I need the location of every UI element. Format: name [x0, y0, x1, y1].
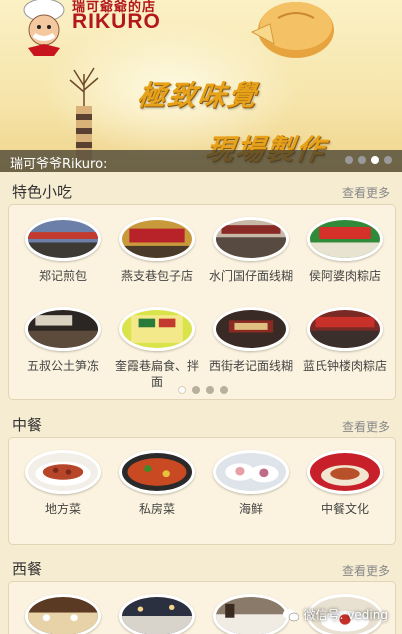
banner-pagination[interactable]	[345, 156, 392, 164]
cheesecake-image	[250, 2, 334, 58]
see-more-western-link[interactable]: 查看更多	[342, 562, 390, 579]
item-label: 地方菜	[44, 502, 81, 516]
cuisine-item[interactable]	[17, 594, 109, 634]
snack-item[interactable]: 奎霞巷扁食、拌面	[111, 307, 203, 390]
hero-banner[interactable]: 瑞可爺爺的店 RIKURO 極致味覺 現場製作 瑞可爷爷Rikuro:	[0, 0, 402, 172]
snack-item[interactable]: 西街老记面线糊	[205, 307, 297, 374]
item-label: 中餐文化	[320, 502, 369, 516]
section-title-chinese: 中餐	[12, 416, 43, 434]
page-dot[interactable]	[192, 386, 200, 394]
section-title-snacks: 特色小吃	[12, 183, 73, 201]
item-label: 水门国仔面线糊	[208, 269, 293, 283]
snack-item[interactable]: 郑记煎包	[17, 217, 109, 284]
shop-photo-thumb[interactable]	[119, 217, 195, 261]
snack-item[interactable]: 侯阿婆肉粽店	[299, 217, 391, 284]
shop-photo-thumb[interactable]	[307, 307, 383, 351]
cuisine-item[interactable]	[111, 594, 203, 634]
snack-item[interactable]: 燕支巷包子店	[111, 217, 203, 284]
shop-photo-thumb[interactable]	[213, 307, 289, 351]
banner-slogan-1: 極致味覺	[135, 79, 261, 112]
see-more-chinese-link[interactable]: 查看更多	[342, 418, 390, 435]
restaurant-photo-thumb[interactable]	[25, 594, 101, 634]
item-label: 郑记煎包	[38, 269, 87, 283]
chinese-panel: 地方菜 私房菜 海鲜 中餐文化	[8, 437, 396, 545]
page-dot-active[interactable]	[178, 386, 186, 394]
snacks-panel: 郑记煎包 燕支巷包子店 水门国仔面线糊 侯阿婆肉粽店 五叔公土笋冻 奎霞巷扁食、…	[8, 204, 396, 400]
cuisine-item[interactable]: 海鲜	[205, 450, 297, 517]
shop-photo-thumb[interactable]	[25, 217, 101, 261]
page-dot[interactable]	[220, 386, 228, 394]
dish-photo-thumb[interactable]	[25, 450, 101, 494]
item-label: 蓝氏钟楼肉粽店	[302, 359, 387, 373]
lighthouse-tree-illustration	[69, 67, 99, 160]
cuisine-item[interactable]: 地方菜	[17, 450, 109, 517]
cuisine-item[interactable]: 中餐文化	[299, 450, 391, 517]
chef-mascot-logo	[23, 0, 65, 56]
see-more-snacks-link[interactable]: 查看更多	[342, 184, 390, 201]
watermark-text: 微信号: veding	[303, 608, 388, 622]
snack-item[interactable]: 水门国仔面线糊	[205, 217, 297, 284]
item-label: 侯阿婆肉粽店	[308, 269, 381, 283]
dish-photo-thumb[interactable]	[213, 450, 289, 494]
cuisine-item[interactable]: 私房菜	[111, 450, 203, 517]
item-label: 私房菜	[138, 502, 175, 516]
snack-item[interactable]: 蓝氏钟楼肉粽店	[299, 307, 391, 374]
brand-name-en: RIKURO	[72, 10, 161, 33]
shop-photo-thumb[interactable]	[119, 307, 195, 351]
shop-photo-thumb[interactable]	[307, 217, 383, 261]
item-label: 燕支巷包子店	[120, 269, 193, 283]
banner-dot[interactable]	[384, 156, 392, 164]
banner-dot[interactable]	[358, 156, 366, 164]
banner-dot[interactable]	[345, 156, 353, 164]
wechat-watermark: 微信号: veding	[283, 606, 388, 623]
restaurant-photo-thumb[interactable]	[213, 594, 289, 634]
snack-item[interactable]: 五叔公土笋冻	[17, 307, 109, 374]
page-dot[interactable]	[206, 386, 214, 394]
restaurant-photo-thumb[interactable]	[119, 594, 195, 634]
banner-dot-active[interactable]	[371, 156, 379, 164]
shop-photo-thumb[interactable]	[25, 307, 101, 351]
dish-photo-thumb[interactable]	[119, 450, 195, 494]
wechat-icon	[283, 608, 300, 621]
item-label: 海鲜	[238, 502, 263, 516]
dish-photo-thumb[interactable]	[307, 450, 383, 494]
section-title-western: 西餐	[12, 560, 43, 578]
item-label: 五叔公土笋冻	[26, 359, 99, 373]
snacks-pagination[interactable]	[9, 386, 397, 394]
banner-caption: 瑞可爷爷Rikuro:	[10, 157, 108, 172]
shop-photo-thumb[interactable]	[213, 217, 289, 261]
item-label: 西街老记面线糊	[208, 359, 293, 373]
